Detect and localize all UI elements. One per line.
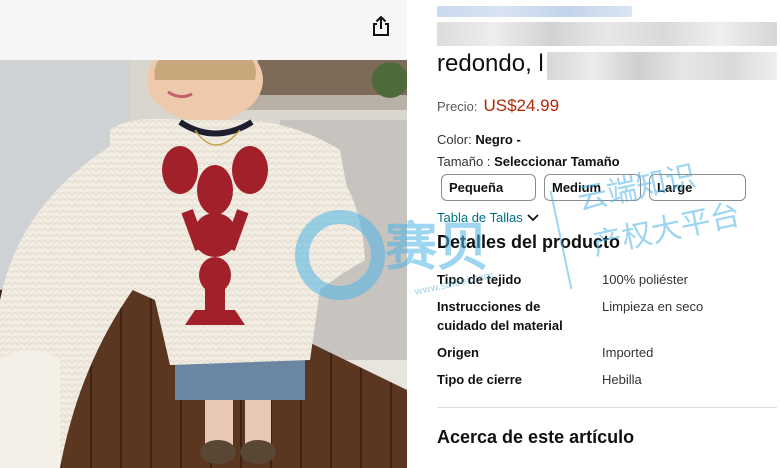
product-details-panel: redondo, l Precio: US$24.99 Color: Negro… xyxy=(407,0,781,468)
spec-label: Tipo de cierre xyxy=(437,372,523,387)
size-options: Pequeña Medium Large xyxy=(441,174,746,201)
chevron-down-icon xyxy=(527,213,539,221)
spec-value: Limpieza en seco xyxy=(602,299,704,314)
share-icon xyxy=(373,16,389,36)
size-chart-link[interactable]: Tabla de Tallas xyxy=(437,210,539,225)
size-value: Seleccionar Tamaño xyxy=(494,154,620,169)
price-row: Precio: US$24.99 xyxy=(437,96,559,116)
about-heading: Acerca de este artículo xyxy=(437,427,635,447)
size-option-medium[interactable]: Medium xyxy=(544,174,641,201)
size-row: Tamaño : Seleccionar Tamaño xyxy=(437,154,620,169)
blurred-brand-link[interactable] xyxy=(437,6,632,17)
price-value: US$24.99 xyxy=(483,96,560,115)
size-label: Tamaño : xyxy=(437,154,491,169)
image-header xyxy=(0,0,407,60)
size-option-small[interactable]: Pequeña xyxy=(441,174,536,201)
spec-value: Imported xyxy=(602,345,654,360)
spec-value: 100% poliéster xyxy=(602,272,688,287)
color-row: Color: Negro - xyxy=(437,132,521,147)
spec-value: Hebilla xyxy=(602,372,642,387)
price-label: Precio: xyxy=(437,99,478,114)
blurred-title-end xyxy=(547,52,777,80)
section-divider xyxy=(437,407,777,408)
product-image-panel xyxy=(0,0,407,468)
spec-label: Tipo de tejido xyxy=(437,272,522,287)
spec-label: Origen xyxy=(437,345,479,360)
size-option-large[interactable]: Large xyxy=(649,174,746,201)
product-photo[interactable] xyxy=(0,60,407,468)
product-title: redondo, l xyxy=(437,50,544,77)
size-chart-label: Tabla de Tallas xyxy=(437,210,523,225)
spec-label: Instrucciones de cuidado del material xyxy=(437,299,563,333)
blurred-title-line xyxy=(437,22,777,46)
color-label: Color: xyxy=(437,132,472,147)
share-button[interactable] xyxy=(362,8,400,44)
details-heading: Detalles del producto xyxy=(437,232,621,252)
color-value: Negro - xyxy=(475,132,521,147)
